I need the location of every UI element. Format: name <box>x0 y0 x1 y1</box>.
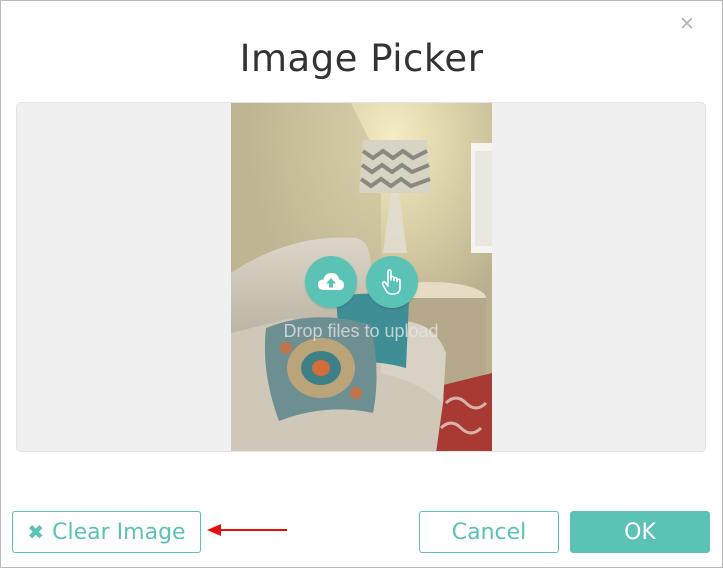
hand-pointer-icon <box>381 269 401 295</box>
drop-files-hint: Drop files to upload <box>283 321 439 341</box>
image-picker-dialog: ✕ Image Picker Drop files to upload ✖ Cl… <box>0 0 723 568</box>
red-arrow-annotation <box>207 524 287 536</box>
times-icon: ✖ <box>27 520 45 544</box>
cloud-upload-icon <box>318 273 344 290</box>
image-preview <box>231 103 492 451</box>
close-icon[interactable]: ✕ <box>678 15 696 34</box>
cancel-button[interactable]: Cancel <box>419 511 559 553</box>
pick-file-button[interactable] <box>366 256 418 308</box>
room-photo <box>231 103 492 451</box>
image-drop-area[interactable]: Drop files to upload <box>16 102 706 452</box>
clear-image-label: Clear Image <box>52 519 186 545</box>
dialog-title: Image Picker <box>239 37 484 80</box>
ok-button[interactable]: OK <box>570 511 710 553</box>
upload-button[interactable] <box>305 256 357 308</box>
clear-image-button[interactable]: ✖ Clear Image <box>12 511 201 553</box>
